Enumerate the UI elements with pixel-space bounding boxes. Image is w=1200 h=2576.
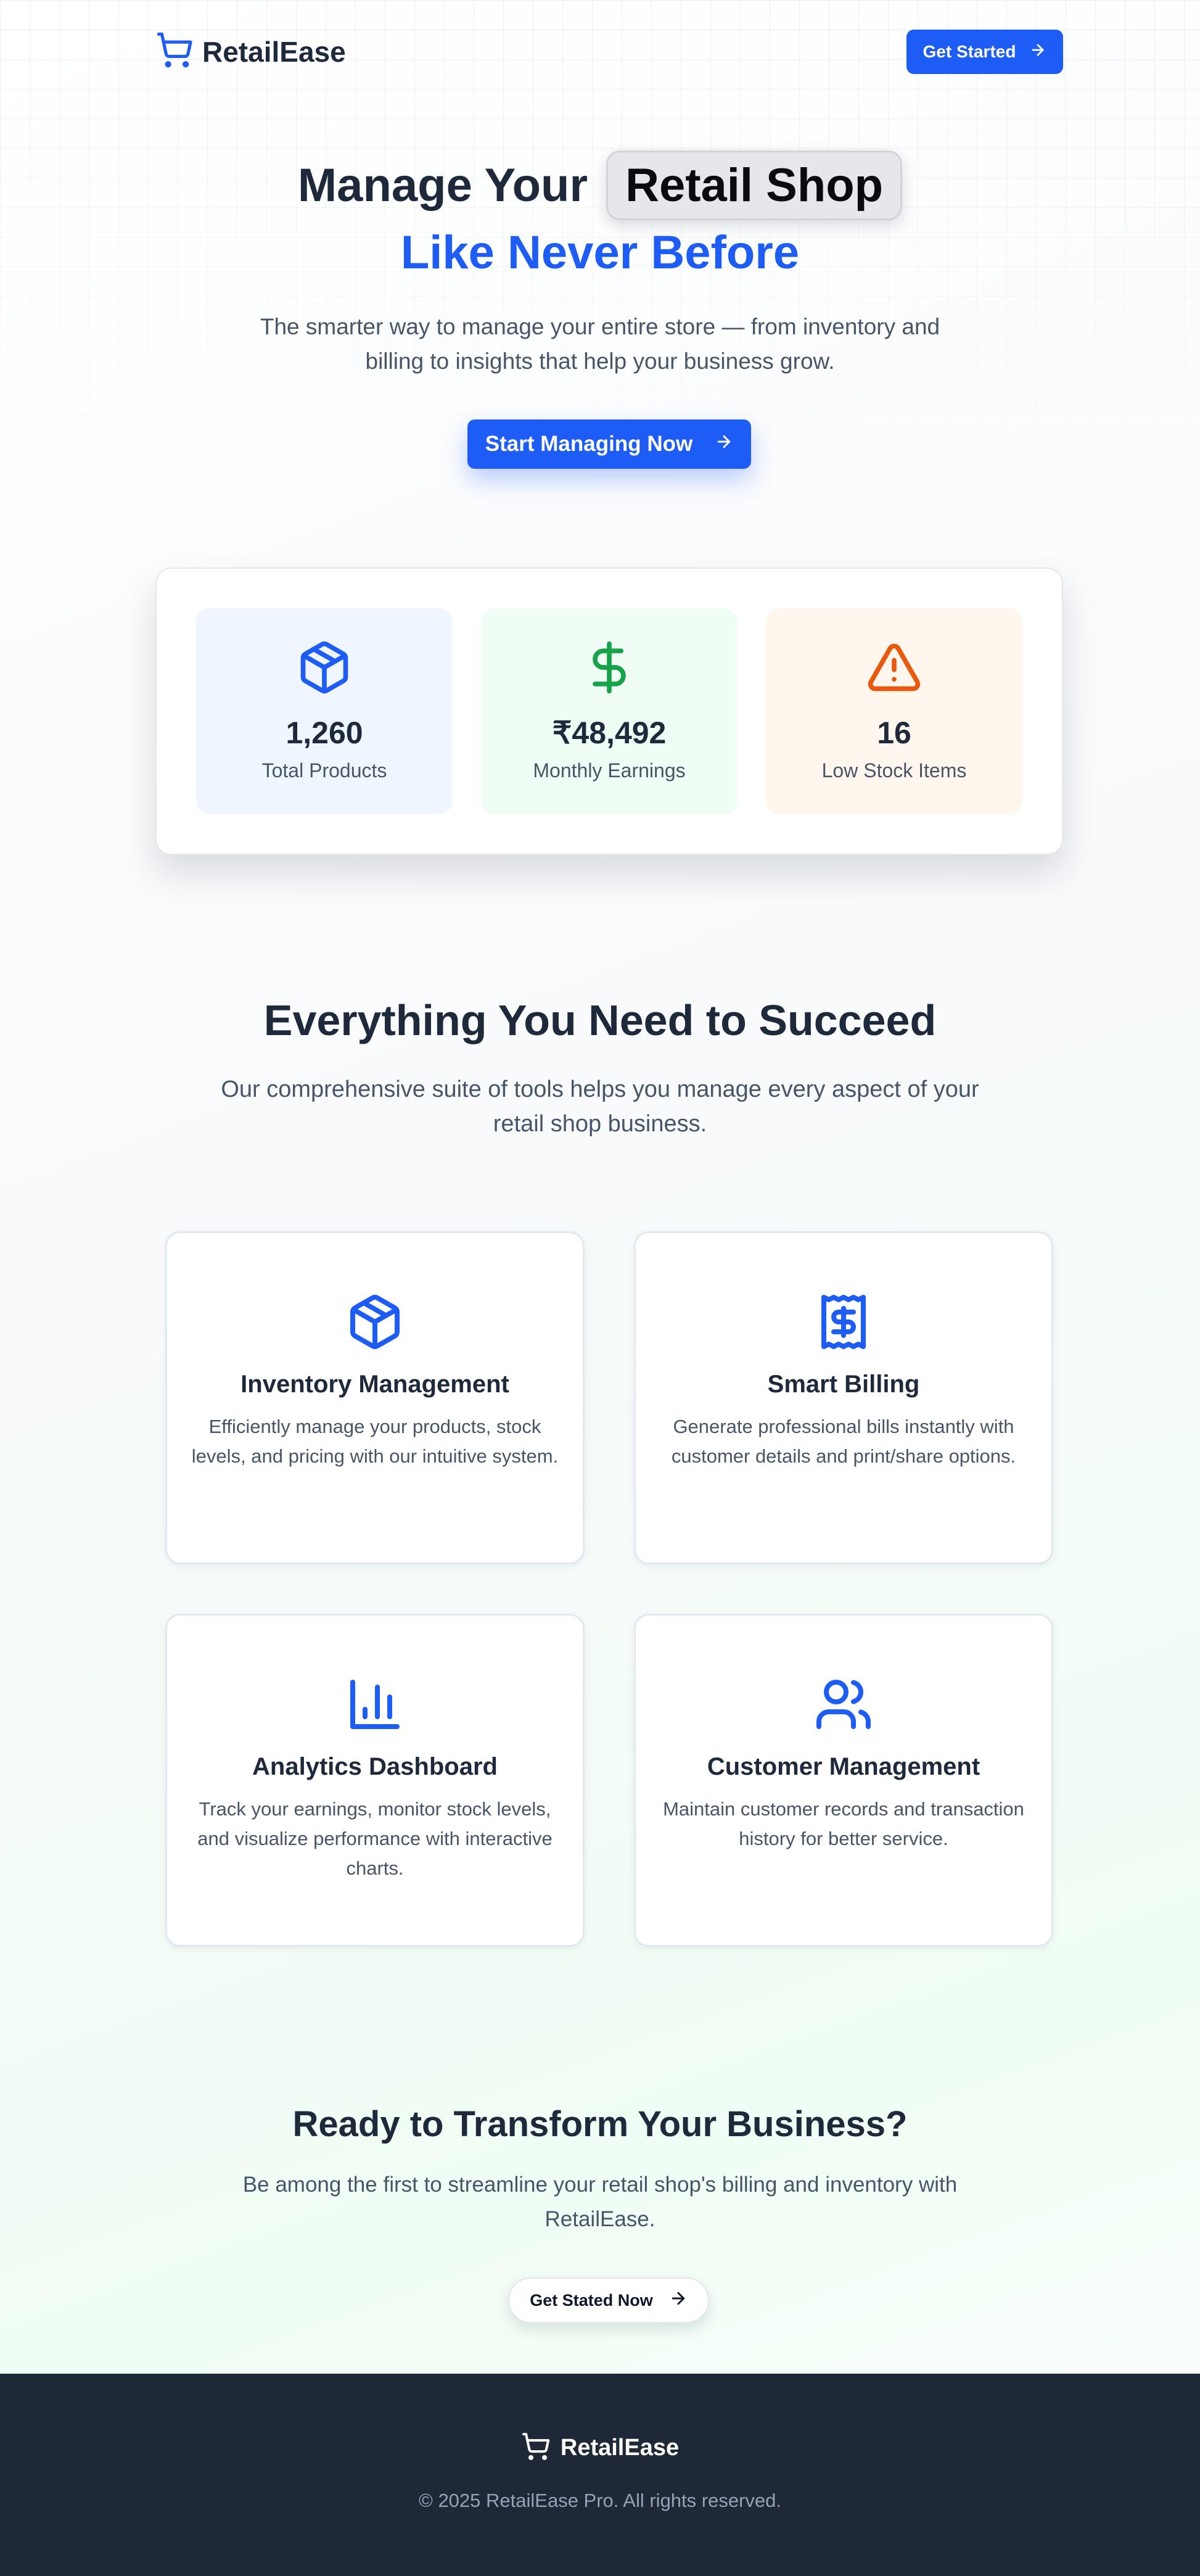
arrow-right-icon xyxy=(1029,41,1046,63)
hero-title-highlight: Retail Shop xyxy=(606,151,903,220)
stat-card-total-products: 1,260 Total Products xyxy=(196,608,453,814)
alert-triangle-icon xyxy=(866,608,923,699)
stat-card-monthly-earnings: ₹48,492 Monthly Earnings xyxy=(481,608,738,814)
stat-label: Total Products xyxy=(261,759,387,782)
start-managing-label: Start Managing Now xyxy=(485,432,693,456)
feature-card-inventory: Inventory Management Efficiently manage … xyxy=(165,1231,585,1564)
get-started-label: Get Started xyxy=(923,42,1016,61)
cta-title: Ready to Transform Your Business? xyxy=(292,2104,908,2144)
feature-card-billing: Smart Billing Generate professional bill… xyxy=(634,1231,1053,1564)
get-stated-now-button[interactable]: Get Stated Now xyxy=(508,2277,709,2323)
start-managing-button[interactable]: Start Managing Now xyxy=(467,419,751,469)
bar-chart-icon xyxy=(345,1616,405,1737)
stat-value: 1,260 xyxy=(286,716,363,750)
stat-value: 16 xyxy=(877,716,911,750)
package-icon xyxy=(296,608,353,699)
shopping-cart-icon xyxy=(155,31,194,72)
hero-subtitle: The smarter way to manage your entire st… xyxy=(260,314,940,374)
footer-copyright: © 2025 RetailEase Pro. All rights reserv… xyxy=(418,2490,782,2511)
dollar-icon xyxy=(581,608,638,699)
feature-description: Track your earnings, monitor stock level… xyxy=(197,1798,553,1879)
cta-subtitle: Be among the first to streamline your re… xyxy=(242,2173,958,2231)
feature-title: Customer Management xyxy=(707,1753,980,1780)
get-stated-now-label: Get Stated Now xyxy=(530,2290,653,2310)
arrow-right-icon xyxy=(669,2289,688,2312)
feature-card-analytics: Analytics Dashboard Track your earnings,… xyxy=(165,1614,585,1947)
shopping-cart-icon xyxy=(521,2432,551,2464)
logo-text: RetailEase xyxy=(202,35,346,68)
footer xyxy=(0,2374,1200,2576)
stat-label: Monthly Earnings xyxy=(533,759,686,782)
receipt-icon xyxy=(814,1233,873,1355)
stat-card-low-stock: 16 Low Stock Items xyxy=(766,608,1022,814)
arrow-right-icon xyxy=(715,432,733,456)
stat-label: Low Stock Items xyxy=(821,759,967,782)
get-started-button[interactable]: Get Started xyxy=(906,30,1063,74)
header-logo[interactable]: RetailEase xyxy=(155,31,346,72)
feature-title: Analytics Dashboard xyxy=(252,1753,498,1780)
feature-description: Maintain customer records and transactio… xyxy=(663,1798,1024,1849)
features-subtitle: Our comprehensive suite of tools helps y… xyxy=(221,1076,979,1137)
users-icon xyxy=(814,1616,873,1737)
feature-description: Generate professional bills instantly wi… xyxy=(671,1416,1016,1467)
feature-title: Smart Billing xyxy=(767,1371,920,1398)
feature-title: Inventory Management xyxy=(240,1371,509,1398)
hero-title-line1: Manage Your Retail Shop xyxy=(0,151,1200,220)
hero-title-text: Manage Your xyxy=(297,159,588,212)
features-title: Everything You Need to Succeed xyxy=(263,996,937,1044)
stat-value: ₹48,492 xyxy=(552,716,667,750)
footer-logo-text: RetailEase xyxy=(560,2435,680,2461)
package-icon xyxy=(345,1233,405,1355)
feature-card-customers: Customer Management Maintain customer re… xyxy=(634,1614,1053,1947)
hero-title-line2: Like Never Before xyxy=(400,226,800,279)
footer-logo[interactable]: RetailEase xyxy=(0,2432,1200,2464)
feature-description: Efficiently manage your products, stock … xyxy=(191,1416,559,1467)
